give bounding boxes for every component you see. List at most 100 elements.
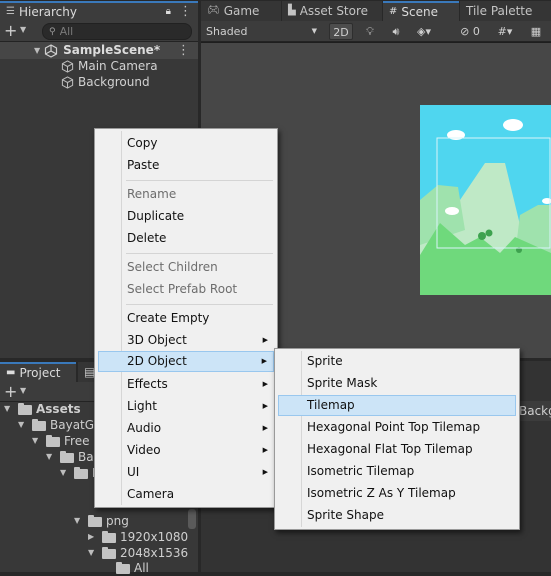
expand-triangle-icon[interactable]: ▼ — [74, 513, 84, 529]
menu-item-copy[interactable]: Copy — [98, 133, 274, 154]
menu-item-audio[interactable]: Audio ▶ — [98, 418, 274, 439]
expand-triangle-icon[interactable]: ▼ — [32, 433, 42, 449]
breadcrumb[interactable]: Backg — [517, 401, 551, 421]
hierarchy-tabbar: ☰ Hierarchy 🔒︎ ⋮ — [0, 0, 198, 21]
scene-tabbar: 🎮︎ Game ▙ Asset Store # Scene Tile Palet… — [201, 0, 551, 21]
hierarchy-icon: ☰ — [6, 6, 15, 17]
lock-icon[interactable]: 🔒︎ — [166, 4, 171, 20]
store-bag-icon: ▙ — [288, 5, 296, 16]
menu-item-label: Sprite Mask — [307, 376, 378, 390]
grid-toggle-icon[interactable]: #▾ — [491, 23, 519, 40]
hierarchy-item-label: Background — [78, 75, 150, 89]
tab-hierarchy[interactable]: ☰ Hierarchy 🔒︎ ⋮ — [0, 1, 198, 21]
folder-icon — [116, 561, 130, 574]
project-scrollbar-thumb[interactable] — [188, 509, 196, 529]
menu-item-ui[interactable]: UI ▶ — [98, 462, 274, 483]
toggle-2d-label: 2D — [333, 26, 349, 39]
tab-game-label: Game — [223, 4, 260, 18]
folder-label: 2048x1536 — [120, 546, 189, 560]
menu-item-label: UI — [127, 465, 140, 479]
folder-all[interactable]: All — [102, 560, 149, 576]
audio-speaker-icon[interactable]: 🔊︎ — [387, 23, 405, 40]
hidden-count: 0 — [472, 25, 480, 38]
project-create-plus-button[interactable]: + — [4, 383, 17, 401]
folder-1920x1080[interactable]: ▶ 1920x1080 — [88, 529, 188, 545]
submenu-arrow-icon: ▶ — [262, 446, 268, 454]
hierarchy-item-main-camera[interactable]: Main Camera — [0, 58, 198, 75]
folder-2048x1536[interactable]: ▼ 2048x1536 — [88, 545, 188, 561]
expand-triangle-icon[interactable]: ▼ — [60, 465, 70, 481]
shading-mode-dropdown[interactable]: Shaded ▼ — [203, 23, 321, 40]
tab-tile-palette[interactable]: Tile Palette — [460, 1, 551, 21]
scene-row[interactable]: ▼ SampleScene* ⋮ — [0, 42, 198, 59]
expand-triangle-icon[interactable]: ▼ — [34, 42, 40, 59]
menu-item-camera[interactable]: Camera — [98, 484, 274, 505]
menu-item-hexagonal-flat-top-tilemap[interactable]: Hexagonal Flat Top Tilemap — [278, 439, 516, 460]
submenu-arrow-icon: ▶ — [262, 380, 268, 388]
menu-item-isometric-tilemap[interactable]: Isometric Tilemap — [278, 461, 516, 482]
game-background-preview — [420, 105, 551, 295]
folder-free-platform[interactable]: ▼ Free P — [32, 433, 101, 449]
menu-item-label: Select Prefab Root — [127, 282, 238, 296]
toggle-2d-button[interactable]: 2D — [329, 23, 353, 40]
folder-assets[interactable]: ▼ Assets — [4, 401, 81, 417]
menu-item-sprite[interactable]: Sprite — [278, 351, 516, 372]
more-options-icon[interactable]: ⋮ — [179, 4, 192, 20]
menu-item-label: Video — [127, 443, 161, 457]
create-plus-button[interactable]: + — [4, 22, 17, 40]
gizmos-icon[interactable]: ▦ — [527, 23, 545, 40]
menu-item-sprite-mask[interactable]: Sprite Mask — [278, 373, 516, 394]
effects-layers-icon[interactable]: ◈▾ — [411, 23, 437, 40]
chevron-down-icon[interactable]: ▼ — [20, 25, 26, 34]
submenu-arrow-icon: ▶ — [262, 424, 268, 432]
dropdown-arrow-icon: ▼ — [311, 27, 317, 35]
tab-game[interactable]: 🎮︎ Game — [201, 1, 281, 21]
scene-toolbar: Shaded ▼ 2D 💡︎ 🔊︎ ◈▾ ⊘ 0 #▾ ▦ — [201, 21, 551, 42]
menu-item-duplicate[interactable]: Duplicate — [98, 206, 274, 227]
menu-item-label: Isometric Tilemap — [307, 464, 415, 478]
menu-item-light[interactable]: Light ▶ — [98, 396, 274, 417]
menu-item-delete[interactable]: Delete — [98, 228, 274, 249]
folder-png[interactable]: ▼ png — [74, 513, 129, 529]
tab-asset-store-label: Asset Store — [299, 4, 369, 18]
menu-separator — [126, 304, 273, 305]
collapse-triangle-icon[interactable]: ▶ — [88, 529, 98, 545]
expand-triangle-icon[interactable]: ▼ — [18, 417, 28, 433]
expand-triangle-icon[interactable]: ▼ — [4, 401, 14, 417]
gamepad-icon: 🎮︎ — [207, 5, 220, 16]
menu-item-label: Audio — [127, 421, 162, 435]
expand-triangle-icon[interactable]: ▼ — [46, 449, 56, 465]
hierarchy-search[interactable]: ⚲ — [42, 23, 192, 40]
menu-item-sprite-shape[interactable]: Sprite Shape — [278, 505, 516, 526]
menu-item-paste[interactable]: Paste — [98, 155, 274, 176]
menu-item-select-children: Select Children — [98, 257, 274, 278]
hidden-objects-toggle[interactable]: ⊘ 0 — [455, 23, 485, 40]
menu-item-isometric-z-as-y-tilemap[interactable]: Isometric Z As Y Tilemap — [278, 483, 516, 504]
tab-project[interactable]: ▬ Project — [0, 362, 76, 382]
lighting-bulb-icon[interactable]: 💡︎ — [361, 23, 379, 40]
folder-backgrounds[interactable]: ▼ Bac — [46, 449, 100, 465]
folder-bayatgames[interactable]: ▼ BayatGa — [18, 417, 101, 433]
menu-item-tilemap[interactable]: Tilemap — [278, 395, 516, 416]
hierarchy-search-input[interactable] — [59, 25, 180, 38]
menu-item-effects[interactable]: Effects ▶ — [98, 374, 274, 395]
menu-item-hexagonal-point-top-tilemap[interactable]: Hexagonal Point Top Tilemap — [278, 417, 516, 438]
folder-label: png — [106, 514, 129, 528]
tab-asset-store[interactable]: ▙ Asset Store — [282, 1, 382, 21]
submenu-arrow-icon: ▶ — [262, 402, 268, 410]
menu-item-3d-object[interactable]: 3D Object ▶ — [98, 330, 274, 351]
tab-project-label: Project — [19, 366, 61, 380]
menu-item-label: Light — [127, 399, 157, 413]
menu-item-video[interactable]: Video ▶ — [98, 440, 274, 461]
expand-triangle-icon[interactable]: ▼ — [88, 545, 98, 561]
folder-icon — [18, 402, 32, 415]
menu-item-label: Paste — [127, 158, 160, 172]
menu-item-create-empty[interactable]: Create Empty — [98, 308, 274, 329]
menu-item-label: Hexagonal Flat Top Tilemap — [307, 442, 473, 456]
tab-scene[interactable]: # Scene — [383, 1, 459, 21]
hierarchy-item-background[interactable]: Background — [0, 74, 198, 91]
scene-more-icon[interactable]: ⋮ — [177, 42, 190, 59]
menu-item-2d-object[interactable]: 2D Object ▶ — [98, 351, 274, 372]
chevron-down-icon[interactable]: ▼ — [20, 386, 26, 395]
hierarchy-toolbar: + ▼ ⚲ — [0, 21, 198, 42]
